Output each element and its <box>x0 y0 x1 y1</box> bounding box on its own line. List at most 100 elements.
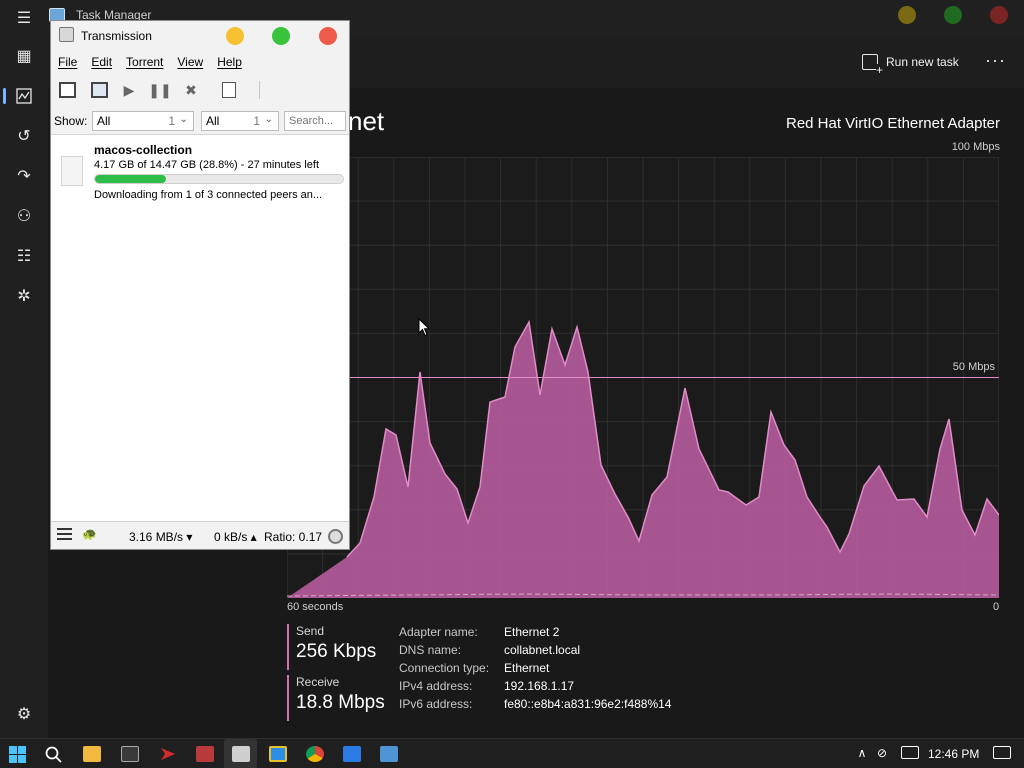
menu-help[interactable]: Help <box>217 55 242 69</box>
receive-stat: Receive 18.8 Mbps <box>287 675 385 721</box>
menu-file[interactable]: File <box>58 55 77 69</box>
transmission-maximize-button[interactable] <box>272 27 290 45</box>
download-speed: 3.16 MB/s ▾ <box>129 530 193 544</box>
taskbar: ∧ ⊘ 12:46 PM <box>0 738 1024 768</box>
run-new-task-button[interactable]: Run new task <box>862 52 959 76</box>
send-value: 256 Kbps <box>296 641 377 662</box>
property-key: Adapter name: <box>399 625 478 639</box>
more-options-button[interactable]: ··· <box>985 50 1006 71</box>
menubar: File Edit Torrent View Help <box>51 51 349 73</box>
adapter-properties: Adapter name: Ethernet 2 DNS name: collabn… <box>399 625 671 715</box>
pause-torrent-icon[interactable]: ❚❚ <box>148 81 171 99</box>
activity-filter-dropdown[interactable]: All 1 ⌄ <box>92 111 194 131</box>
property-value: Ethernet <box>504 661 550 675</box>
search-icon[interactable] <box>45 746 63 763</box>
notepad-icon[interactable] <box>343 746 361 762</box>
transmission-app-icon <box>59 27 74 42</box>
hamburger-menu-icon[interactable]: ☰ <box>12 6 36 30</box>
property-value: 192.168.1.17 <box>504 679 575 693</box>
run-new-task-label: Run new task <box>886 55 959 69</box>
property-key: IPv4 address: <box>399 679 473 693</box>
start-button[interactable] <box>9 746 26 763</box>
property-row: DNS name: collabnet.local <box>399 643 671 661</box>
transmission-minimize-button[interactable] <box>226 27 244 45</box>
receive-value: 18.8 Mbps <box>296 692 385 713</box>
transmission-close-button[interactable] <box>319 27 337 45</box>
search-input[interactable] <box>284 111 346 131</box>
file-icon <box>61 156 83 186</box>
dropdown-count: 1 <box>253 114 260 128</box>
nav-users-icon[interactable]: ⚇ <box>12 204 36 228</box>
ratio-icon[interactable] <box>328 529 343 544</box>
minimize-button[interactable] <box>898 6 916 24</box>
nav-details-icon[interactable]: ☷ <box>12 244 36 268</box>
transmission-toolbar: ▶ ❚❚ ✖ <box>51 73 349 107</box>
progress-bar-fill <box>95 175 167 183</box>
tray-chevron-up-icon[interactable]: ∧ <box>853 746 871 762</box>
torrent-list: macos-collection 4.17 GB of 14.47 GB (28… <box>51 136 349 521</box>
property-key: IPv6 address: <box>399 697 473 711</box>
torrent-status: Downloading from 1 of 3 connected peers … <box>94 189 323 201</box>
menu-view[interactable]: View <box>177 55 203 69</box>
menu-edit[interactable]: Edit <box>91 55 112 69</box>
statusbar: 🐢 3.16 MB/s ▾ 0 kB/s ▴ Ratio: 0.17 <box>51 521 349 549</box>
dropdown-value: All <box>97 114 111 128</box>
transmission-taskbar-icon[interactable] <box>232 746 250 762</box>
archive-app-icon[interactable] <box>196 746 214 762</box>
send-stat: Send 256 Kbps <box>287 624 376 670</box>
menu-torrent[interactable]: Torrent <box>126 55 163 69</box>
torrent-properties-icon[interactable] <box>219 81 239 99</box>
store-icon[interactable] <box>121 746 139 762</box>
property-key: DNS name: <box>399 643 462 657</box>
property-value: fe80::e8b4:a831:96e2:f488%14 <box>504 697 672 711</box>
graph-mid-label: 50 Mbps <box>952 361 995 373</box>
property-row: IPv4 address: 192.168.1.17 <box>399 679 671 697</box>
open-url-icon[interactable] <box>89 81 109 99</box>
app-red-icon[interactable] <box>159 746 177 762</box>
run-task-icon <box>862 54 884 76</box>
chevron-down-icon: ⌄ <box>264 114 273 125</box>
maximize-button[interactable] <box>944 6 962 24</box>
display-icon[interactable] <box>901 746 919 759</box>
menu-icon[interactable] <box>57 528 72 540</box>
notification-icon[interactable] <box>993 746 1011 759</box>
nav-app-history-icon[interactable]: ↺ <box>12 124 36 148</box>
property-key: Connection type: <box>399 661 490 675</box>
network-icon[interactable]: ⊘ <box>877 746 895 762</box>
tracker-filter-dropdown[interactable]: All 1 ⌄ <box>201 111 279 131</box>
send-label: Send <box>296 624 325 638</box>
transmission-title: Transmission <box>81 29 152 43</box>
property-row: Adapter name: Ethernet 2 <box>399 625 671 643</box>
transmission-window: Transmission File Edit Torrent View Help… <box>50 20 350 550</box>
turtle-icon[interactable]: 🐢 <box>82 527 97 541</box>
open-torrent-icon[interactable] <box>57 81 77 99</box>
chrome-icon[interactable] <box>306 746 324 762</box>
dropdown-count: 1 <box>168 114 175 128</box>
settings-gear-icon[interactable]: ⚙ <box>12 702 36 726</box>
nav-processes-icon[interactable]: ▦ <box>12 44 36 68</box>
start-torrent-icon[interactable]: ▶ <box>119 81 139 99</box>
task-manager-taskbar-icon[interactable] <box>380 746 398 762</box>
torrent-name: macos-collection <box>94 143 193 157</box>
clock[interactable]: 12:46 PM <box>928 747 979 761</box>
adapter-title: Red Hat VirtIO Ethernet Adapter <box>785 115 1000 132</box>
progress-bar <box>94 174 344 184</box>
property-row: Connection type: Ethernet <box>399 661 671 679</box>
nav-performance-icon[interactable] <box>12 84 36 108</box>
graph-max-label: 100 Mbps <box>951 141 1000 153</box>
nav-services-icon[interactable]: ✲ <box>12 284 36 308</box>
dropdown-value: All <box>206 114 220 128</box>
throughput-graph <box>287 157 999 598</box>
remove-torrent-icon[interactable]: ✖ <box>181 81 201 99</box>
app-blue-icon[interactable] <box>269 746 287 762</box>
transmission-titlebar[interactable]: Transmission <box>51 21 349 51</box>
graph-x-right-label: 0 <box>993 601 1000 613</box>
nav-startup-apps-icon[interactable]: ↷ <box>12 164 36 188</box>
close-button[interactable] <box>990 6 1008 24</box>
file-explorer-icon[interactable] <box>83 746 101 762</box>
ratio-label: Ratio: 0.17 <box>264 530 323 544</box>
toolbar-separator <box>259 81 260 99</box>
graph-x-left-label: 60 seconds <box>287 601 344 613</box>
show-label: Show: <box>54 114 88 128</box>
page-title: net <box>348 106 385 136</box>
